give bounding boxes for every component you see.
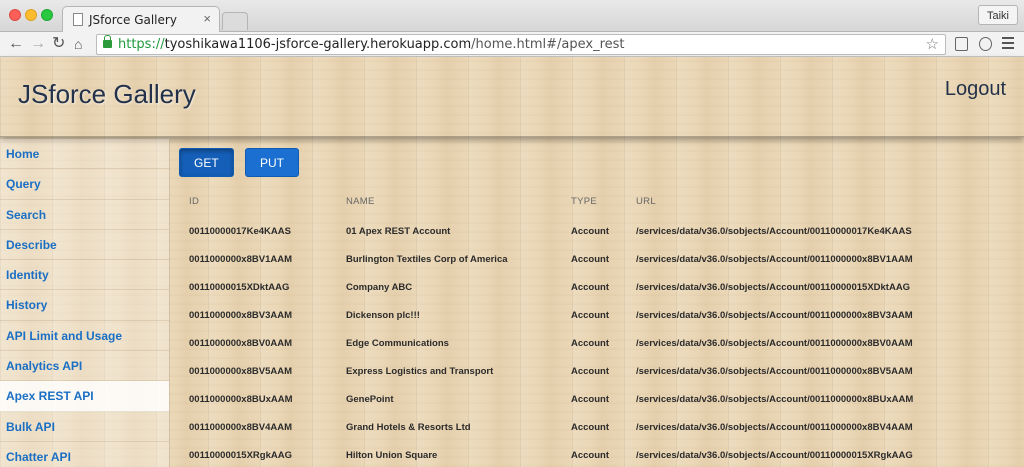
cell-id: 0011000000x8BUxAAM xyxy=(189,394,293,405)
cell-url: /services/data/v36.0/sobjects/Account/00… xyxy=(636,310,913,321)
cell-id: 00110000015XRgkAAG xyxy=(189,450,292,461)
cell-url: /services/data/v36.0/sobjects/Account/00… xyxy=(636,338,913,349)
menu-icon[interactable] xyxy=(1002,37,1014,52)
zoom-window-button[interactable] xyxy=(41,9,53,21)
get-button[interactable]: GET xyxy=(179,148,234,177)
main-content: GET PUT ID NAME TYPE URL 00110000017Ke4K… xyxy=(172,139,1024,467)
browser-tab-strip: JSforce Gallery × Taiki xyxy=(0,0,1024,32)
tab-title: JSforce Gallery xyxy=(89,13,177,27)
tab-close-icon[interactable]: × xyxy=(203,11,211,26)
column-header-type: TYPE xyxy=(571,196,598,207)
sidebar-item-identity[interactable]: Identity xyxy=(0,260,169,291)
cell-type: Account xyxy=(571,338,609,349)
cell-name: Express Logistics and Transport xyxy=(346,366,494,377)
cell-url: /services/data/v36.0/sobjects/Account/00… xyxy=(636,226,912,237)
app-container: JSforce Gallery Logout Home Query Search… xyxy=(0,57,1024,467)
extension-icon[interactable] xyxy=(955,37,968,51)
sidebar-item-analytics-api[interactable]: Analytics API xyxy=(0,351,169,382)
put-button[interactable]: PUT xyxy=(245,148,299,177)
url-text: https://tyoshikawa1106-jsforce-gallery.h… xyxy=(118,37,625,52)
column-header-name: NAME xyxy=(346,196,375,207)
cell-name: 01 Apex REST Account xyxy=(346,226,451,237)
cell-url: /services/data/v36.0/sobjects/Account/00… xyxy=(636,254,913,265)
cell-url: /services/data/v36.0/sobjects/Account/00… xyxy=(636,450,913,461)
bookmark-star-icon[interactable]: ☆ xyxy=(926,35,939,53)
cell-url: /services/data/v36.0/sobjects/Account/00… xyxy=(636,394,914,405)
back-arrow-icon[interactable]: ← xyxy=(8,35,24,53)
cell-name: Dickenson plc!!! xyxy=(346,310,420,321)
sidebar-item-api-limit-and-usage[interactable]: API Limit and Usage xyxy=(0,321,169,352)
column-header-id: ID xyxy=(189,196,200,207)
lock-icon xyxy=(103,35,112,48)
cell-id: 0011000000x8BV3AAM xyxy=(189,310,292,321)
sidebar-item-query[interactable]: Query xyxy=(0,169,169,200)
cell-url: /services/data/v36.0/sobjects/Account/00… xyxy=(636,282,911,293)
cell-type: Account xyxy=(571,422,609,433)
cell-type: Account xyxy=(571,394,609,405)
close-window-button[interactable] xyxy=(9,9,21,21)
cell-type: Account xyxy=(571,254,609,265)
cell-type: Account xyxy=(571,282,609,293)
cell-id: 0011000000x8BV5AAM xyxy=(189,366,292,377)
page-icon xyxy=(73,13,83,26)
app-title: JSforce Gallery xyxy=(18,79,196,109)
home-icon[interactable]: ⌂ xyxy=(74,35,82,53)
cell-name: Edge Communications xyxy=(346,338,449,349)
reload-icon[interactable]: ↻ xyxy=(52,35,65,53)
logout-link[interactable]: Logout xyxy=(945,78,1006,101)
cell-id: 0011000000x8BV4AAM xyxy=(189,422,292,433)
sidebar-item-search[interactable]: Search xyxy=(0,200,169,230)
app-header: JSforce Gallery Logout xyxy=(0,57,1024,137)
minimize-window-button[interactable] xyxy=(25,9,37,21)
cell-name: Grand Hotels & Resorts Ltd xyxy=(346,422,471,433)
sidebar-item-chatter-api[interactable]: Chatter API xyxy=(0,442,169,467)
cell-id: 0011000000x8BV0AAM xyxy=(189,338,292,349)
cell-name: Hilton Union Square xyxy=(346,450,438,461)
cell-type: Account xyxy=(571,366,609,377)
sidebar-item-home[interactable]: Home xyxy=(0,139,169,170)
address-bar[interactable]: https://tyoshikawa1106-jsforce-gallery.h… xyxy=(96,34,946,55)
forward-arrow-icon[interactable]: → xyxy=(30,35,46,53)
cell-type: Account xyxy=(571,450,609,461)
cell-url: /services/data/v36.0/sobjects/Account/00… xyxy=(636,366,913,377)
sidebar-item-apex-rest-api[interactable]: Apex REST API xyxy=(0,381,169,412)
cell-name: Burlington Textiles Corp of America xyxy=(346,254,508,265)
cell-type: Account xyxy=(571,226,609,237)
browser-toolbar: ← → ↻ ⌂ https://tyoshikawa1106-jsforce-g… xyxy=(0,32,1024,57)
cell-name: GenePoint xyxy=(346,394,394,405)
profile-button[interactable]: Taiki xyxy=(977,5,1018,25)
cell-id: 0011000000x8BV1AAM xyxy=(189,254,292,265)
sidebar-nav: Home Query Search Describe Identity Hist… xyxy=(0,139,170,467)
sidebar-item-describe[interactable]: Describe xyxy=(0,230,169,261)
cell-type: Account xyxy=(571,310,609,321)
cell-id: 00110000015XDktAAG xyxy=(189,282,290,293)
cell-name: Company ABC xyxy=(346,282,413,293)
browser-tab[interactable]: JSforce Gallery × xyxy=(62,6,220,32)
column-header-url: URL xyxy=(636,196,656,207)
sidebar-item-history[interactable]: History xyxy=(0,290,169,321)
new-tab-button[interactable] xyxy=(222,12,248,30)
extension-icon[interactable] xyxy=(979,37,992,51)
sidebar-item-bulk-api[interactable]: Bulk API xyxy=(0,412,169,442)
cell-id: 00110000017Ke4KAAS xyxy=(189,226,291,237)
cell-url: /services/data/v36.0/sobjects/Account/00… xyxy=(636,422,913,433)
